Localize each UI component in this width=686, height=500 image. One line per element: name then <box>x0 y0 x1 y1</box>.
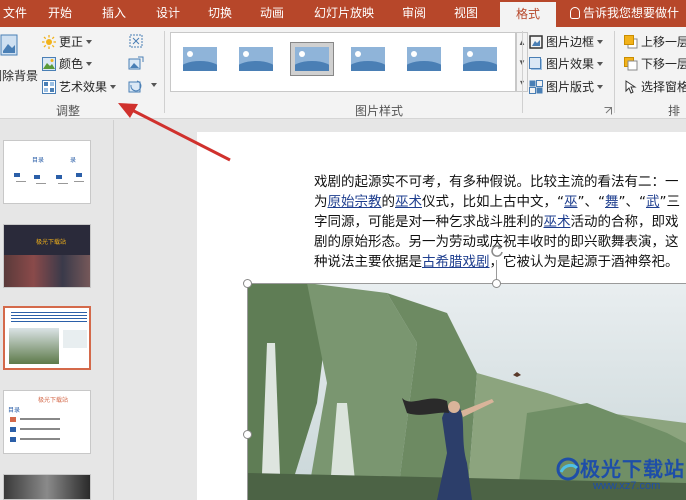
reset-picture-icon <box>128 80 142 93</box>
slide-thumbnail-3[interactable] <box>3 306 91 370</box>
remove-background-button[interactable]: 删除背景 <box>0 31 38 83</box>
send-backward-button[interactable]: 下移一层 <box>624 54 686 74</box>
selection-frame-left <box>247 283 248 500</box>
thumb-subtitle: 录 <box>70 158 77 164</box>
chevron-down-icon <box>86 40 93 44</box>
picture-effects-icon <box>529 57 542 70</box>
reset-picture-button[interactable] <box>128 79 158 95</box>
tab-view[interactable]: 视图 <box>446 0 486 27</box>
color-button[interactable]: 颜色 <box>42 54 93 74</box>
adjust-group-label: 调整 <box>56 104 81 118</box>
picture-styles-gallery <box>170 32 516 92</box>
picture-style-3[interactable] <box>290 42 334 76</box>
picture-style-4[interactable] <box>347 43 389 75</box>
picture-border-icon <box>529 35 543 49</box>
lightbulb-icon <box>570 7 580 19</box>
dialog-launcher-icon[interactable] <box>604 107 612 115</box>
hyperlink[interactable]: 原始宗教 <box>328 194 382 210</box>
resize-handle-top-left[interactable] <box>243 279 252 288</box>
tab-file[interactable]: 文件 <box>0 0 30 27</box>
slide-thumbnail-2[interactable]: 极光下载站 <box>3 224 91 288</box>
corrections-button[interactable]: 更正 <box>42 32 93 52</box>
tab-home[interactable]: 开始 <box>40 0 80 27</box>
tab-transitions[interactable]: 切换 <box>200 0 240 27</box>
selection-pane-icon <box>625 80 637 94</box>
chevron-down-icon <box>110 85 117 89</box>
picture-style-2[interactable] <box>235 43 277 75</box>
ribbon: 删除背景 更正 颜色 艺术效果 调整 ▲ ▼ ▾ 图片样式 图片边框 图片效果 <box>0 27 686 135</box>
thumb-title: 极光下载站 <box>36 240 67 246</box>
thumb-title: 目录 <box>32 158 45 164</box>
group-separator <box>614 31 615 113</box>
compress-pictures-icon[interactable] <box>128 33 144 49</box>
tab-review[interactable]: 审阅 <box>394 0 434 27</box>
chevron-down-icon <box>597 40 604 44</box>
change-picture-icon[interactable] <box>128 56 144 72</box>
hyperlink[interactable]: 古希腊戏剧 <box>422 254 490 270</box>
sun-icon <box>42 35 56 49</box>
chevron-down-icon <box>597 62 604 66</box>
picture-border-button[interactable]: 图片边框 <box>529 32 604 52</box>
ribbon-tab-bar: 文件 开始 插入 设计 切换 动画 幻灯片放映 审阅 视图 格式 告诉我您想要做… <box>0 0 686 27</box>
picture-style-5[interactable] <box>403 43 445 75</box>
watermark-logo: 极光下载站 www.xz7.com <box>555 450 685 495</box>
remove-background-icon <box>0 34 18 56</box>
hyperlink[interactable]: 舞 <box>605 194 619 210</box>
tell-me-search[interactable]: 告诉我您想要做什 <box>570 0 679 27</box>
picture-layout-icon <box>529 80 543 94</box>
chevron-down-icon <box>597 85 604 89</box>
bring-forward-icon <box>624 35 638 49</box>
watermark-icon <box>556 457 580 481</box>
rotate-handle-icon[interactable] <box>490 244 504 258</box>
hyperlink[interactable]: 巫 <box>564 194 578 210</box>
picture-styles-group-label: 图片样式 <box>355 104 404 118</box>
tab-format[interactable]: 格式 <box>500 2 556 27</box>
chevron-down-icon <box>86 62 93 66</box>
chevron-down-icon <box>151 83 157 87</box>
slide-thumbnail-5[interactable] <box>3 474 91 500</box>
artistic-effects-button[interactable]: 艺术效果 <box>42 77 117 97</box>
picture-style-6[interactable] <box>459 43 501 75</box>
picture-effects-button[interactable]: 图片效果 <box>529 54 604 74</box>
artistic-effects-icon <box>42 80 56 94</box>
tab-animations[interactable]: 动画 <box>252 0 292 27</box>
thumb-title: 极光下载站 <box>38 398 69 404</box>
hyperlink[interactable]: 巫术 <box>544 214 571 230</box>
picture-layout-button[interactable]: 图片版式 <box>529 77 604 97</box>
selection-frame-top <box>247 283 686 284</box>
bring-forward-button[interactable]: 上移一层 <box>624 32 686 52</box>
color-picture-icon <box>42 57 56 71</box>
resize-handle-middle-left[interactable] <box>243 430 252 439</box>
picture-style-1[interactable] <box>179 43 221 75</box>
group-separator <box>164 31 165 113</box>
group-separator <box>522 31 523 113</box>
slide-thumbnail-4[interactable]: 极光下载站 目录 <box>3 390 91 454</box>
hyperlink[interactable]: 武 <box>646 194 660 210</box>
send-backward-icon <box>624 57 638 71</box>
slide-thumbnail-1[interactable]: 目录 录 <box>3 140 91 204</box>
hyperlink[interactable]: 巫术 <box>395 194 422 210</box>
thumb-subtitle: 目录 <box>8 408 21 414</box>
tab-slideshow[interactable]: 幻灯片放映 <box>308 0 380 27</box>
selection-pane-button[interactable]: 选择窗格 <box>624 77 686 97</box>
tab-insert[interactable]: 插入 <box>94 0 134 27</box>
resize-handle-top-middle[interactable] <box>492 279 501 288</box>
tab-design[interactable]: 设计 <box>148 0 188 27</box>
slide-thumbnail-panel: 目录 录 极光下载站 极光下载站 目录 <box>0 120 114 500</box>
